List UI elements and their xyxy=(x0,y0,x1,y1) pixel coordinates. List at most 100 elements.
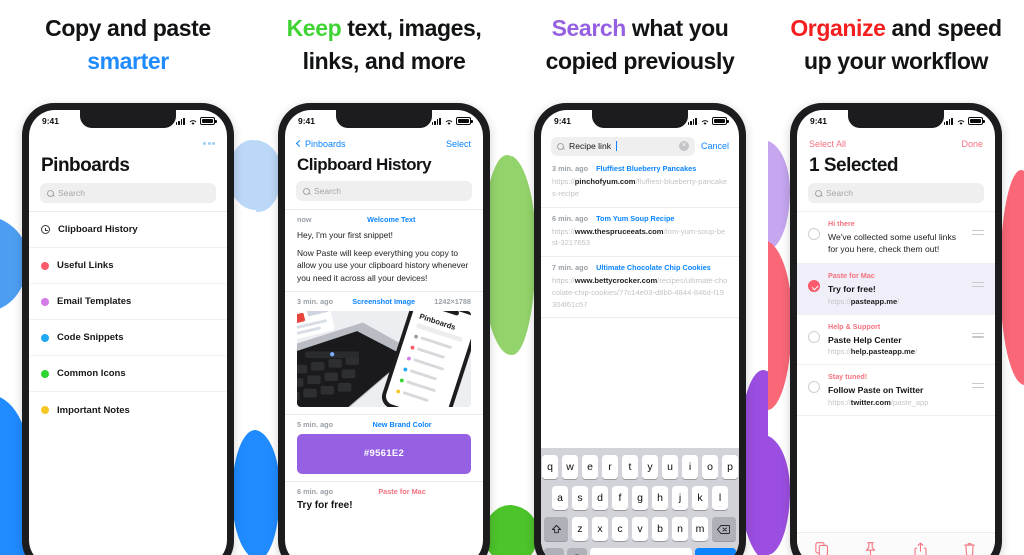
list-item[interactable]: Important Notes xyxy=(29,392,227,428)
key-q[interactable]: q xyxy=(541,455,559,479)
clipboard-entry[interactable]: 3 min. ago Screenshot Image 1242×1788 Pi… xyxy=(285,290,483,414)
key-m[interactable]: m xyxy=(691,517,709,541)
item-title: We've collected some useful links for yo… xyxy=(828,232,957,255)
list-item[interactable]: Code Snippets xyxy=(29,320,227,356)
cellular-signal-icon xyxy=(431,117,441,125)
more-dots-icon[interactable] xyxy=(203,142,215,145)
key-h[interactable]: h xyxy=(651,486,669,510)
screenshot-thumbnail: Pinboards xyxy=(297,310,471,407)
checkbox-unchecked-icon[interactable] xyxy=(808,330,820,343)
key-o[interactable]: o xyxy=(701,455,719,479)
search-key[interactable]: search xyxy=(695,548,736,555)
key-v[interactable]: v xyxy=(631,517,649,541)
cellular-signal-icon xyxy=(687,117,697,125)
list-item[interactable]: Paste for Mac Try for free! https://past… xyxy=(797,264,995,315)
emoji-icon[interactable] xyxy=(567,548,587,555)
key-p[interactable]: p xyxy=(721,455,739,479)
list-item[interactable]: Stay tuned! Follow Paste on Twitter http… xyxy=(797,365,995,416)
drag-handle-icon[interactable] xyxy=(972,282,984,290)
share-icon[interactable] xyxy=(914,542,928,555)
search-input-4[interactable]: Search xyxy=(808,183,984,203)
color-dot-icon xyxy=(41,261,49,270)
drag-handle-icon[interactable] xyxy=(972,383,984,391)
shift-icon[interactable] xyxy=(544,517,569,541)
search-icon xyxy=(557,142,564,150)
key-x[interactable]: x xyxy=(591,517,609,541)
trash-icon[interactable] xyxy=(963,542,977,555)
color-swatch: #9561E2 xyxy=(297,433,471,474)
clipboard-entry[interactable]: 6 min. ago Paste for Mac Try for free! xyxy=(285,480,483,518)
clear-icon[interactable]: × xyxy=(678,141,689,151)
wifi-icon xyxy=(956,118,965,125)
backspace-icon[interactable] xyxy=(711,517,736,541)
back-button[interactable]: Pinboards xyxy=(295,138,346,149)
key-b[interactable]: b xyxy=(651,517,669,541)
entry-tag: Paste for Mac xyxy=(378,486,426,496)
list-item[interactable]: Hi there We've collected some useful lin… xyxy=(797,211,995,265)
list-item[interactable]: Help & Support Paste Help Center https:/… xyxy=(797,315,995,366)
key-g[interactable]: g xyxy=(631,486,649,510)
copy-icon[interactable] xyxy=(815,542,829,555)
onscreen-keyboard[interactable]: q w e r t y u i o p a s d f g h j k l z … xyxy=(541,448,739,555)
key-l[interactable]: l xyxy=(711,486,729,510)
entry-meta: 1242×1788 xyxy=(434,296,471,306)
search-result-row[interactable]: 7 min. ago Ultimate Chocolate Chip Cooki… xyxy=(541,257,739,319)
search-input-2[interactable]: Search xyxy=(296,181,472,201)
clipboard-entry[interactable]: now Welcome Text Hey, I'm your first sni… xyxy=(285,209,483,291)
page-title-4: 1 Selected xyxy=(809,155,899,176)
battery-icon xyxy=(456,117,473,125)
key-w[interactable]: w xyxy=(561,455,579,479)
key-d[interactable]: d xyxy=(591,486,609,510)
done-button[interactable]: Done xyxy=(961,139,983,149)
checkbox-checked-icon[interactable] xyxy=(808,280,820,293)
numbers-key[interactable]: 123 xyxy=(544,548,564,555)
drag-handle-icon[interactable] xyxy=(972,230,984,238)
search-result-row[interactable]: 6 min. ago Tom Yum Soup Recipe https://w… xyxy=(541,208,739,258)
item-title: Try for free! xyxy=(828,284,876,295)
checkbox-unchecked-icon[interactable] xyxy=(808,228,820,240)
list-item[interactable]: Common Icons xyxy=(29,356,227,392)
space-key[interactable]: space xyxy=(590,548,692,555)
search-result-row[interactable]: 3 min. ago Fluffiest Blueberry Pancakes … xyxy=(541,158,739,208)
list-item-label: Useful Links xyxy=(57,260,114,271)
key-z[interactable]: z xyxy=(571,517,589,541)
key-n[interactable]: n xyxy=(671,517,689,541)
clipboard-entry[interactable]: 5 min. ago New Brand Color #9561E2 xyxy=(285,413,483,481)
key-c[interactable]: c xyxy=(611,517,629,541)
status-time-4: 9:41 xyxy=(810,116,828,126)
back-label: Pinboards xyxy=(305,138,346,149)
drag-handle-icon[interactable] xyxy=(972,332,984,341)
key-u[interactable]: u xyxy=(661,455,679,479)
cancel-button[interactable]: Cancel xyxy=(701,141,729,151)
key-i[interactable]: i xyxy=(681,455,699,479)
key-f[interactable]: f xyxy=(611,486,629,510)
search-icon xyxy=(815,189,822,197)
decor-blob-lightpurple xyxy=(768,140,790,250)
key-s[interactable]: s xyxy=(571,486,589,510)
list-item[interactable]: Email Templates xyxy=(29,284,227,320)
list-item[interactable]: Useful Links xyxy=(29,248,227,284)
search-results-list: 3 min. ago Fluffiest Blueberry Pancakes … xyxy=(541,158,739,319)
headline-2: Keep text, images, links, and more xyxy=(256,12,512,77)
search-input-1[interactable]: Search xyxy=(40,183,216,203)
key-a[interactable]: a xyxy=(551,486,569,510)
key-r[interactable]: r xyxy=(601,455,619,479)
search-input-3[interactable]: Recipe link × xyxy=(551,136,695,156)
key-y[interactable]: y xyxy=(641,455,659,479)
select-button[interactable]: Select xyxy=(446,139,471,149)
list-item-label: Clipboard History xyxy=(58,224,138,235)
panel-4: Organize and speed up your workflow 9:41 xyxy=(768,0,1024,555)
list-item[interactable]: Clipboard History xyxy=(29,212,227,248)
entry-body-line2: Now Paste will keep everything you copy … xyxy=(297,248,469,283)
battery-icon xyxy=(200,117,217,125)
phone-frame-4: 9:41 Select All Done 1 Selected Search H… xyxy=(790,103,1002,555)
select-all-button[interactable]: Select All xyxy=(809,139,846,149)
checkbox-unchecked-icon[interactable] xyxy=(808,381,820,394)
key-j[interactable]: j xyxy=(671,486,689,510)
pin-icon[interactable] xyxy=(864,542,878,555)
url-scheme: https:// xyxy=(552,276,575,286)
panel-3: Search what you copied previously 9:41 R… xyxy=(512,0,768,555)
key-k[interactable]: k xyxy=(691,486,709,510)
key-e[interactable]: e xyxy=(581,455,599,479)
key-t[interactable]: t xyxy=(621,455,639,479)
